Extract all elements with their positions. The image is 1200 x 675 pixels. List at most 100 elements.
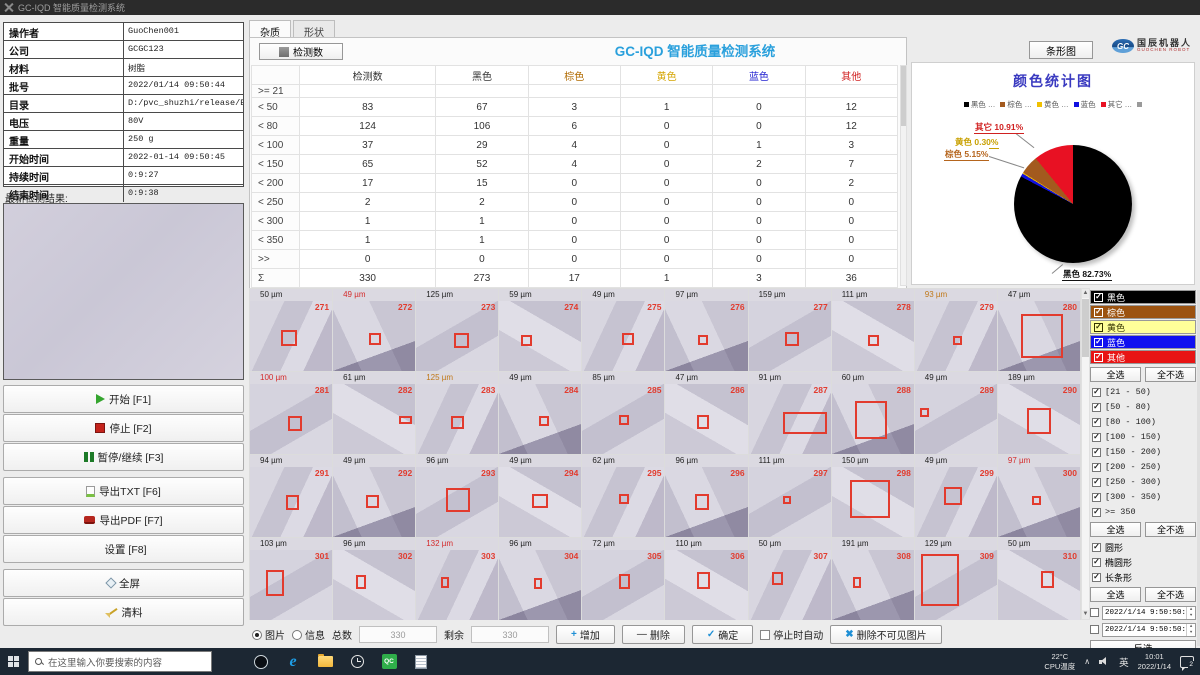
grid-tile[interactable]: 103 µm301 (250, 538, 332, 620)
confirm-button[interactable]: ✓确定 (692, 625, 753, 644)
暂停/继续-button[interactable]: 暂停/继续 [F3] (3, 443, 244, 471)
datetime-input[interactable]: 2022/1/14 9:50:50:▲▼ (1102, 623, 1196, 637)
grid-tile[interactable]: 125 µm283 (416, 372, 498, 454)
grid-tile[interactable]: 129 µm309 (915, 538, 997, 620)
shape-filter-item[interactable]: ✓椭圆形 (1090, 555, 1196, 569)
checkbox-checked-icon[interactable]: ✓ (1094, 323, 1103, 332)
grid-tile[interactable]: 47 µm286 (665, 372, 747, 454)
grid-tile[interactable]: 191 µm308 (832, 538, 914, 620)
grid-tile[interactable]: 132 µm303 (416, 538, 498, 620)
grid-tile[interactable]: 49 µm272 (333, 289, 415, 371)
grid-tile[interactable]: 111 µm278 (832, 289, 914, 371)
checkbox-checked-icon[interactable]: ✓ (1092, 403, 1101, 412)
spin-down-icon[interactable]: ▼ (1187, 630, 1195, 636)
size-filter-item[interactable]: ✓[150 - 200) (1090, 445, 1196, 459)
cpu-temp-indicator[interactable]: 22°CCPU温度 (1044, 652, 1075, 671)
grid-tile[interactable]: 72 µm305 (582, 538, 664, 620)
grid-tile[interactable]: 50 µm307 (749, 538, 831, 620)
detect-count-button[interactable]: 检测数 (259, 43, 343, 60)
grid-tile[interactable]: 96 µm296 (665, 455, 747, 537)
file-explorer-icon[interactable] (316, 653, 334, 671)
grid-tile[interactable]: 49 µm275 (582, 289, 664, 371)
grid-tile[interactable]: 50 µm271 (250, 289, 332, 371)
auto-stop-checkbox[interactable] (760, 630, 770, 640)
tray-chevron-icon[interactable]: ∧ (1084, 657, 1090, 666)
size-filter-item[interactable]: ✓[200 - 250) (1090, 460, 1196, 474)
shape-filter-item[interactable]: ✓长条形 (1090, 570, 1196, 584)
grid-tile[interactable]: 111 µm297 (749, 455, 831, 537)
auto-stop-option[interactable]: 停止时自动 (760, 627, 823, 642)
cortana-icon[interactable] (252, 653, 270, 671)
size-filter-item[interactable]: ✓[300 - 350) (1090, 490, 1196, 504)
input-language-indicator[interactable]: 英 (1119, 655, 1129, 669)
grid-tile[interactable]: 100 µm281 (250, 372, 332, 454)
grid-scrollbar[interactable]: ▲ ▼ (1081, 288, 1090, 620)
grid-tile[interactable]: 62 µm295 (582, 455, 664, 537)
radio-info-option[interactable]: 信息 (292, 627, 325, 642)
size-filter-item[interactable]: ✓>= 350 (1090, 505, 1196, 519)
checkbox-checked-icon[interactable]: ✓ (1092, 508, 1101, 517)
导出TXT-button[interactable]: 导出TXT [F6] (3, 477, 244, 505)
radio-image-option[interactable]: 图片 (252, 627, 285, 642)
select-all-button[interactable]: 全选 (1090, 367, 1141, 382)
grid-tile[interactable]: 96 µm304 (499, 538, 581, 620)
remain-input[interactable]: 330 (471, 626, 549, 643)
grid-tile[interactable]: 125 µm273 (416, 289, 498, 371)
导出PDF-button[interactable]: 导出PDF [F7] (3, 506, 244, 534)
edge-browser-icon[interactable]: e (284, 653, 302, 671)
checkbox-checked-icon[interactable]: ✓ (1094, 308, 1103, 317)
select-none-button[interactable]: 全不选 (1145, 367, 1196, 382)
select-none-button[interactable]: 全不选 (1145, 522, 1196, 537)
grid-tile[interactable]: 49 µm284 (499, 372, 581, 454)
checkbox-checked-icon[interactable]: ✓ (1092, 543, 1101, 552)
grid-tile[interactable]: 93 µm279 (915, 289, 997, 371)
select-all-button[interactable]: 全选 (1090, 522, 1141, 537)
clock-datetime[interactable]: 10:012022/1/14 (1138, 652, 1171, 671)
tab-形状[interactable]: 形状 (293, 20, 335, 38)
delete-invisible-button[interactable]: ✖删除不可见图片 (830, 625, 941, 644)
grid-tile[interactable]: 50 µm310 (998, 538, 1080, 620)
grid-tile[interactable]: 91 µm287 (749, 372, 831, 454)
grid-scroll-up-icon[interactable]: ▲ (1082, 289, 1089, 298)
table-scrollbar[interactable] (900, 65, 907, 286)
checkbox-checked-icon[interactable]: ✓ (1092, 463, 1101, 472)
grid-tile[interactable]: 97 µm300 (998, 455, 1080, 537)
taskbar-search-input[interactable]: 在这里输入你要搜索的内容 (28, 651, 212, 672)
volume-icon[interactable] (1099, 657, 1110, 666)
size-filter-item[interactable]: ✓[21 - 50) (1090, 385, 1196, 399)
checkbox-checked-icon[interactable]: ✓ (1092, 433, 1101, 442)
spin-down-icon[interactable]: ▼ (1187, 613, 1195, 619)
shape-filter-item[interactable]: ✓圆形 (1090, 540, 1196, 554)
grid-tile[interactable]: 49 µm289 (915, 372, 997, 454)
select-all-button[interactable]: 全选 (1090, 587, 1141, 602)
停止-button[interactable]: 停止 [F2] (3, 414, 244, 442)
设置-button[interactable]: 设置 [F8] (3, 535, 244, 563)
grid-tile[interactable]: 49 µm294 (499, 455, 581, 537)
add-button[interactable]: +增加 (556, 625, 615, 644)
开始-button[interactable]: 开始 [F1] (3, 385, 244, 413)
grid-scrollbar-thumb[interactable] (1082, 299, 1089, 357)
grid-tile[interactable]: 189 µm290 (998, 372, 1080, 454)
grid-scroll-down-icon[interactable]: ▼ (1082, 610, 1089, 619)
checkbox-checked-icon[interactable]: ✓ (1092, 478, 1101, 487)
grid-tile[interactable]: 159 µm277 (749, 289, 831, 371)
checkbox-checked-icon[interactable]: ✓ (1092, 388, 1101, 397)
grid-tile[interactable]: 150 µm298 (832, 455, 914, 537)
checkbox-checked-icon[interactable]: ✓ (1094, 293, 1103, 302)
select-none-button[interactable]: 全不选 (1145, 587, 1196, 602)
grid-tile[interactable]: 59 µm274 (499, 289, 581, 371)
notification-center-icon[interactable]: 2 (1180, 656, 1194, 668)
checkbox-checked-icon[interactable]: ✓ (1092, 493, 1101, 502)
table-scrollbar-thumb[interactable] (901, 66, 906, 126)
grid-tile[interactable]: 96 µm293 (416, 455, 498, 537)
size-filter-item[interactable]: ✓[80 - 100) (1090, 415, 1196, 429)
grid-tile[interactable]: 61 µm282 (333, 372, 415, 454)
start-button[interactable] (0, 648, 28, 675)
size-filter-item[interactable]: ✓[50 - 80) (1090, 400, 1196, 414)
total-input[interactable]: 330 (359, 626, 437, 643)
checkbox-checked-icon[interactable]: ✓ (1092, 418, 1101, 427)
clock-app-icon[interactable] (348, 653, 366, 671)
color-filter-其他[interactable]: ✓其他 (1090, 350, 1196, 364)
radio-image-icon[interactable] (252, 630, 262, 640)
grid-tile[interactable]: 94 µm291 (250, 455, 332, 537)
